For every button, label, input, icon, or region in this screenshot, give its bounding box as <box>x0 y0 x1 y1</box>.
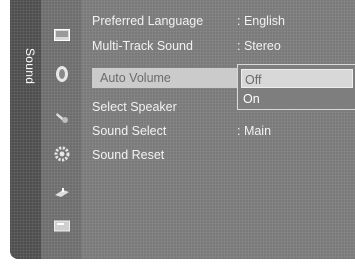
category-icon-column <box>41 0 81 259</box>
auto-volume-dropdown: Off On <box>237 64 355 110</box>
sound-menu: Preferred Language : English Multi-Track… <box>92 0 355 259</box>
menu-item-value: : Main <box>237 124 272 138</box>
menu-item-value: : English <box>237 14 285 28</box>
category-title: Sound <box>23 48 37 85</box>
menu-item-label: Select Speaker <box>92 100 177 114</box>
menu-item-sound-select[interactable]: Sound Select : Main <box>92 121 350 141</box>
dropdown-option-on[interactable]: On <box>238 89 355 109</box>
menu-item-label: Sound Reset <box>92 148 165 162</box>
category-tab: Sound <box>10 0 41 259</box>
menu-item-label: Sound Select <box>92 124 167 138</box>
sound-icon[interactable] <box>53 66 71 82</box>
menu-screen: Sound Preferred Language: English Multi… <box>10 0 355 259</box>
menu-item-label: Preferred Language <box>92 14 204 28</box>
dropdown-option-off[interactable]: Off <box>241 69 353 88</box>
menu-item-auto-volume[interactable]: Auto Volume <box>92 68 242 88</box>
input-icon[interactable] <box>53 185 71 201</box>
menu-item-label: Auto Volume <box>100 71 171 85</box>
channel-icon[interactable] <box>53 109 71 125</box>
setup-icon[interactable] <box>53 146 71 162</box>
picture-icon[interactable] <box>53 27 71 43</box>
menu-item-multi-track-sound[interactable]: Multi-Track Sound : Stereo <box>92 36 350 56</box>
menu-item-sound-reset[interactable]: Sound Reset <box>92 145 350 165</box>
menu-item-label: Multi-Track Sound <box>92 39 193 53</box>
application-icon[interactable] <box>53 218 71 234</box>
tv-menu-frame: Sound Preferred Language: English Multi… <box>0 0 355 274</box>
menu-item-preferred-language[interactable]: Preferred Language : English <box>92 11 350 31</box>
menu-item-value: : Stereo <box>237 39 281 53</box>
